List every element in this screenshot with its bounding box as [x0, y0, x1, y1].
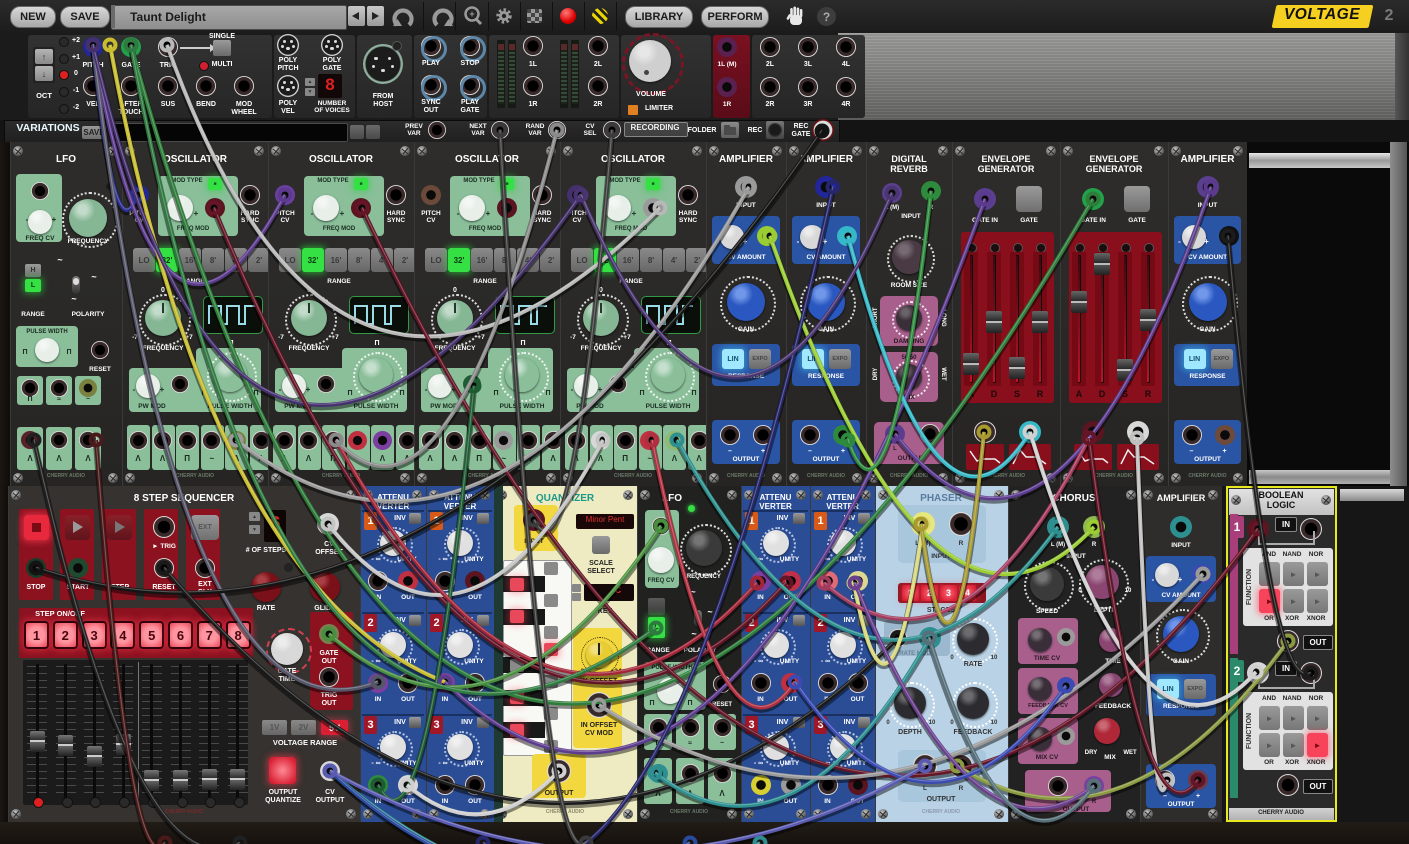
svg-text:+: + — [469, 9, 474, 19]
